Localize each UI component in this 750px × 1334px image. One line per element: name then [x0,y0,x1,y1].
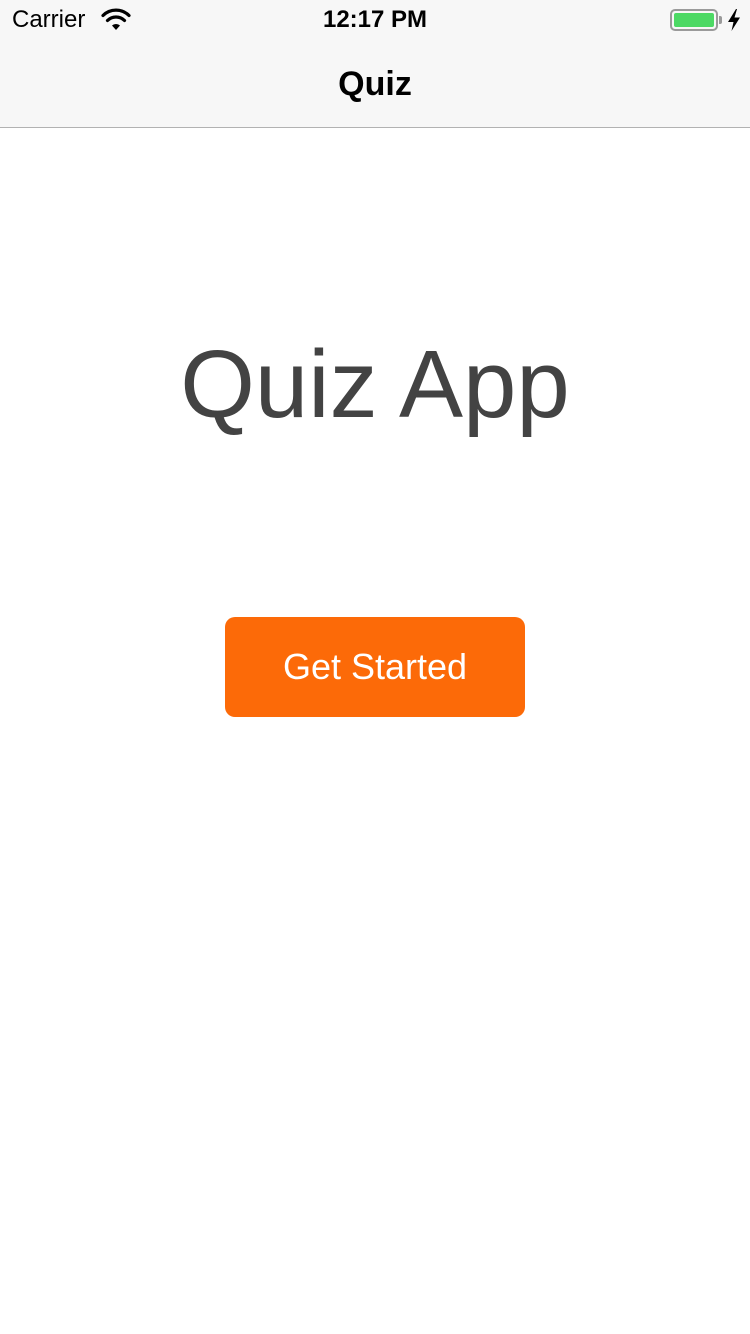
status-bar: Carrier 12:17 PM [0,0,750,40]
battery-tip [719,16,722,24]
battery-icon [670,9,718,31]
clock: 12:17 PM [322,6,428,33]
lightning-bolt-icon [728,9,740,31]
get-started-button[interactable]: Get Started [225,617,525,717]
battery-level-fill [674,13,714,27]
app-title: Quiz App [180,331,570,438]
screen: Carrier 12:17 PM Quiz Quiz App Get Start… [0,0,750,1334]
top-bar: Carrier 12:17 PM Quiz [0,0,750,128]
nav-title: Quiz [338,65,412,103]
